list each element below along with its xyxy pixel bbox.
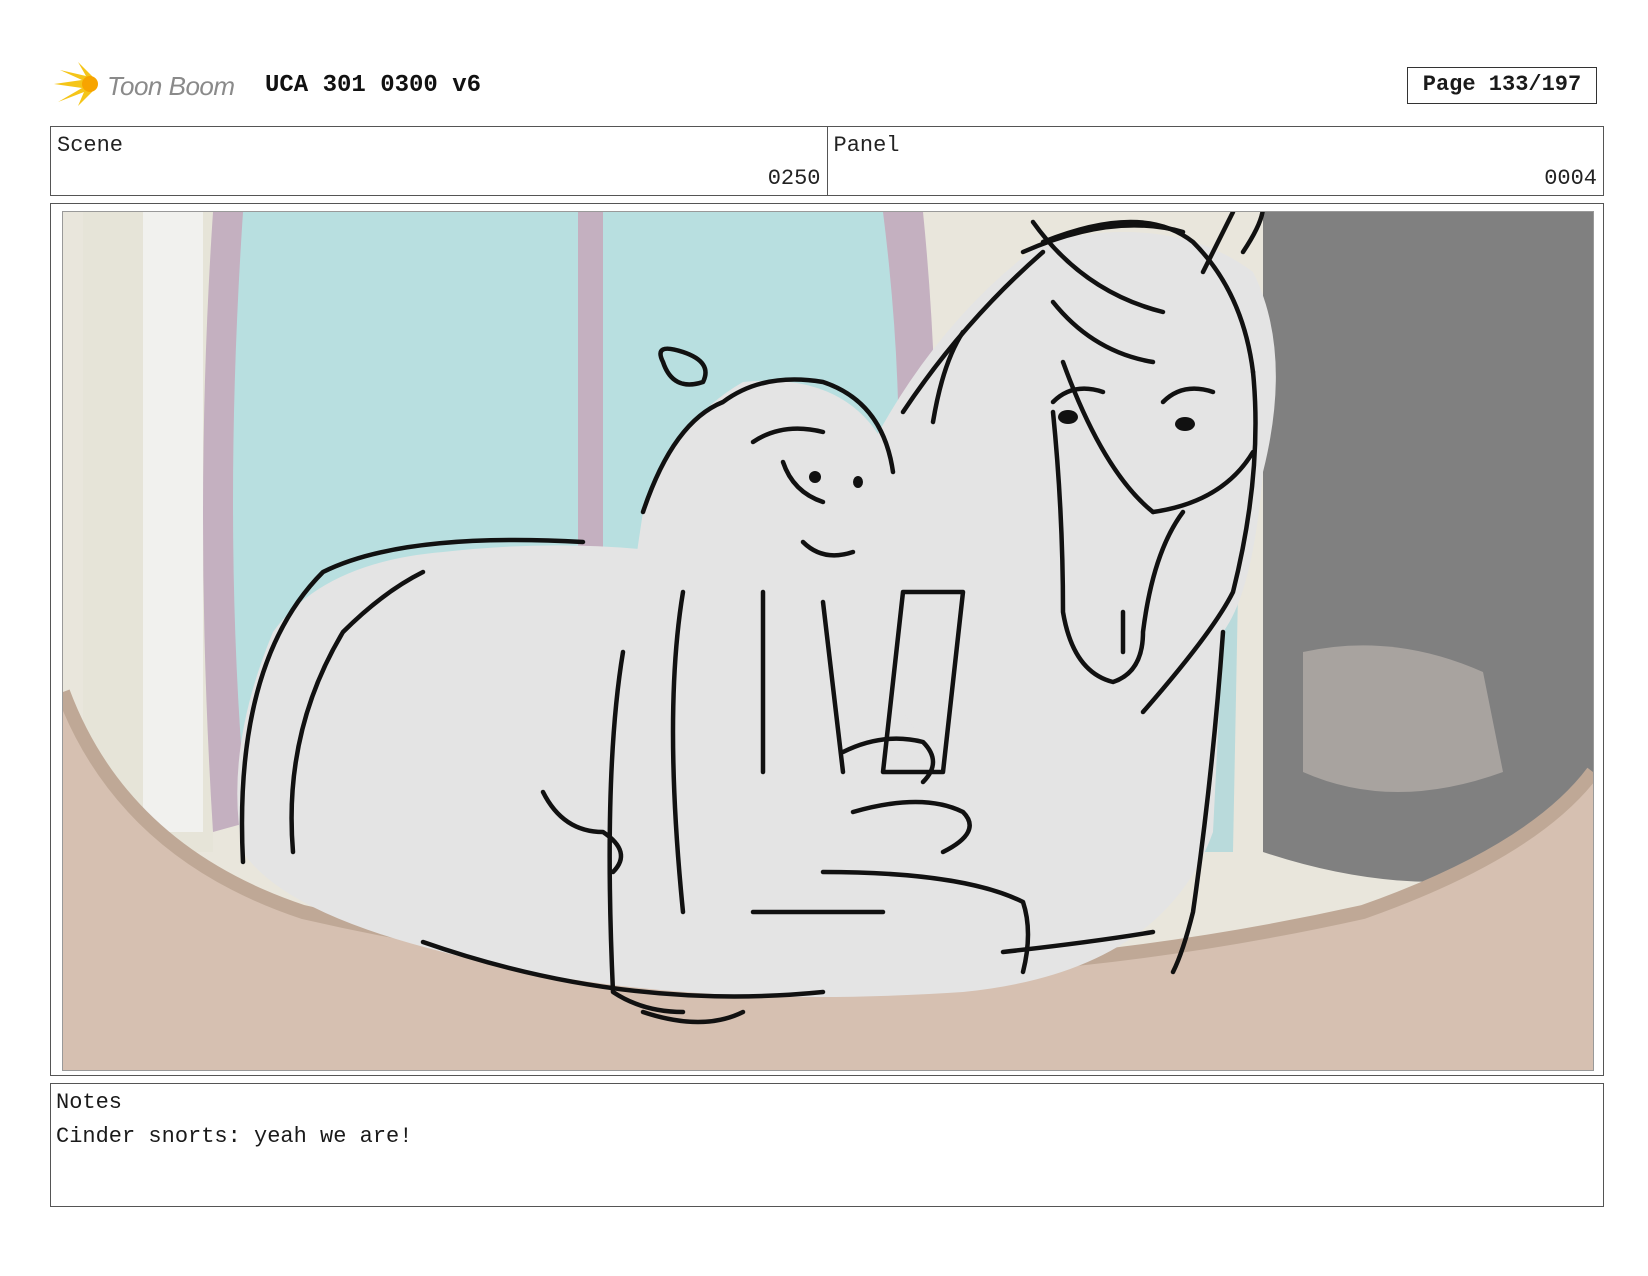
storyboard-sketch [63,212,1593,1070]
notes-label: Notes [56,1090,123,1115]
header: Toon Boom UCA 301 0300 v6 Page 133/197 [52,58,1602,114]
scene-cell: Scene 0250 [51,127,827,195]
scene-panel-row: Scene 0250 Panel 0004 [50,126,1604,196]
starburst-icon [54,62,98,106]
panel-label: Panel [833,133,900,158]
scene-value: 0250 [767,166,821,191]
toon-boom-logo: Toon Boom [52,62,252,112]
panel-cell: Panel 0004 [826,127,1604,195]
panel-value: 0004 [1544,166,1597,191]
logo-text: Toon Boom [107,71,235,101]
storyboard-frame [50,203,1604,1076]
notes-text: Cinder snorts: yeah we are! [56,1124,413,1149]
scene-label: Scene [57,133,124,158]
document-title: UCA 301 0300 v6 [265,72,482,99]
storyboard-drawing [62,211,1594,1071]
page-number: Page 133/197 [1407,67,1597,104]
notes-box: Notes Cinder snorts: yeah we are! [50,1083,1604,1207]
